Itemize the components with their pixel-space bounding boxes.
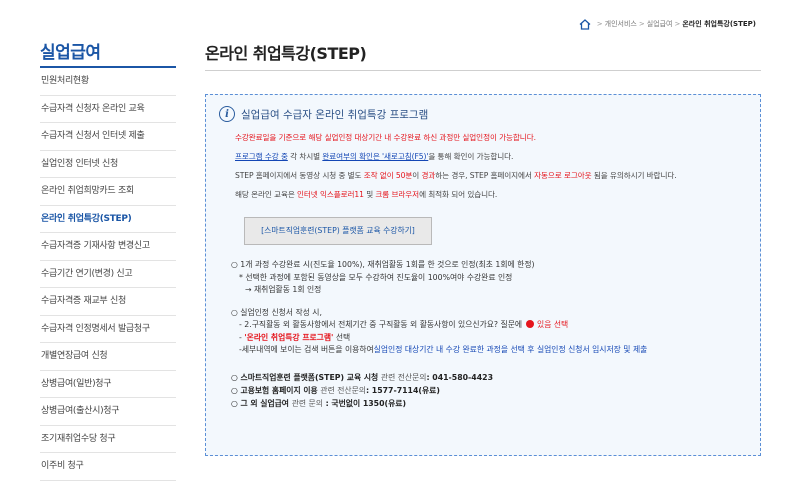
sidebar-item[interactable]: 수급자격증 기재사항 변경신고 (40, 233, 176, 261)
rule-line: ○ 1개 과정 수강완료 시(진도율 100%), 재취업활동 1회를 한 것으… (231, 260, 535, 269)
notice-browser-text: 해당 온라인 교육은 (235, 190, 298, 199)
breadcrumb-separator: > (638, 20, 645, 28)
title-divider (205, 70, 761, 71)
sidebar-item[interactable]: 조기재취업수당 청구 (40, 426, 176, 453)
sidebar-item[interactable]: 민원처리현황 (40, 68, 176, 96)
rule-line: * 선택한 과정에 포함된 동영상을 모두 수강하여 진도율이 100%여야 수… (239, 272, 513, 282)
contact-info: ○ 스마트직업훈련 플랫폼(STEP) 교육 시청 관련 전산문의: 041-5… (231, 371, 742, 410)
home-icon[interactable] (579, 18, 591, 30)
notice-browser-tail: 에 최적화 되어 있습니다. (419, 190, 498, 199)
box-header: i 실업급여 수급자 온라인 취업특강 프로그램 (219, 105, 742, 123)
sidebar-item[interactable]: 온라인 취업희망카드 조회 (40, 178, 176, 206)
notice-refresh-tail: 을 통해 확인이 가능합니다. (428, 152, 514, 161)
notice-logout-elapsed: 경과 (421, 171, 436, 180)
info-circle-icon: i (219, 106, 235, 122)
sidebar-title: 실업급여 (40, 38, 176, 68)
breadcrumb-item-personal[interactable]: 개인서비스 (605, 19, 637, 29)
notice-browser-ie: 인터넷 익스플로러11 (297, 190, 364, 199)
contact-line: ○ 스마트직업훈련 플랫폼(STEP) 교육 시청 관련 전산문의: 041-5… (231, 372, 493, 382)
notice-logout-text: 하는 경우, STEP 홈페이지에서 (435, 171, 535, 180)
sidebar: 실업급여 민원처리현황 수급자격 신청자 온라인 교육 수급자격 신청서 인터넷… (40, 38, 176, 481)
application-guide: ○ 실업인정 신청서 작성 시, - 2.구직활동 외 활동사항에서 전체기간 … (231, 307, 742, 357)
notice-logout-idle: 조작 없이 50분 (363, 171, 413, 180)
notice-browser-text: 및 (363, 190, 376, 199)
sidebar-item[interactable]: 이주비 청구 (40, 453, 176, 481)
breadcrumb-separator: > (596, 20, 603, 28)
page-title: 온라인 취업특강(STEP) (205, 44, 367, 63)
contact-line: ○ 그 외 실업급여 관련 문의 : 국번없이 1350(유료) (231, 398, 407, 408)
notice-browser-chrome: 크롬 브라우저 (375, 190, 420, 199)
sidebar-item[interactable]: 실업인정 인터넷 신청 (40, 151, 176, 178)
breadcrumb: > 개인서비스 > 실업급여 > 온라인 취업특강(STEP) (579, 17, 756, 31)
sidebar-menu: 민원처리현황 수급자격 신청자 온라인 교육 수급자격 신청서 인터넷 제출 실… (40, 68, 176, 481)
notice-refresh-text: 각 차시별 (287, 152, 323, 161)
red-dot-icon (525, 320, 534, 328)
sidebar-item[interactable]: 수급자격증 재교부 신청 (40, 288, 176, 316)
sidebar-item[interactable]: 상병급여(일반)청구 (40, 371, 176, 398)
contact-line: ○ 고용보험 홈페이지 이용 관련 전산문의: 1577-7114(유료) (231, 385, 440, 395)
step-info-box: i 실업급여 수급자 온라인 취업특강 프로그램 수강완료일을 기준으로 해당 … (205, 94, 761, 456)
sidebar-item[interactable]: 개별연장급여 신청 (40, 343, 176, 371)
notice-refresh: 프로그램 수강 중 각 차시별 완료여부의 확인은 '새로고침(F5)'을 통해… (235, 150, 742, 163)
box-title: 실업급여 수급자 온라인 취업특강 프로그램 (241, 108, 429, 121)
sidebar-item[interactable]: 수급자격 신청자 온라인 교육 (40, 96, 176, 123)
notice-browser: 해당 온라인 교육은 인터넷 익스플로러11 및 크롬 브라우저에 최적화 되어… (235, 188, 742, 201)
guide-line-emphasis: 있음 선택 (534, 320, 569, 329)
sidebar-item[interactable]: 상병급여(출산시)청구 (40, 398, 176, 426)
sidebar-item[interactable]: 수급자격 신청서 인터넷 제출 (40, 123, 176, 151)
notice-refresh-emphasis: 프로그램 수강 중 (235, 152, 288, 161)
step-course-button[interactable]: [스마트직업훈련(STEP) 플랫폼 교육 수강하기] (244, 217, 432, 245)
completion-rules: ○ 1개 과정 수강완료 시(진도율 100%), 재취업활동 1회를 한 것으… (231, 259, 742, 297)
guide-line-program: '온라인 취업특강 프로그램' (244, 332, 334, 342)
notice-refresh-key: 완료여부의 확인은 '새로고침(F5)' (322, 152, 429, 161)
rule-line: → 재취업활동 1회 인정 (245, 285, 322, 294)
guide-line: - 2.구직활동 외 활동사항에서 전체기간 중 구직활동 외 활동사항이 있으… (239, 320, 569, 329)
notice-logout-tail: 됨을 유의하시기 바랍니다. (591, 171, 677, 180)
guide-line: - '온라인 취업특강 프로그램' 선택 (239, 332, 351, 342)
sidebar-item[interactable]: 수급자격 인정명세서 발급청구 (40, 316, 176, 343)
breadcrumb-separator: > (674, 20, 681, 28)
breadcrumb-item-unemployment[interactable]: 실업급여 (647, 19, 673, 29)
sidebar-item[interactable]: 수급기간 연기(변경) 신고 (40, 261, 176, 288)
notice-logout-auto: 자동으로 로그아웃 (534, 171, 592, 180)
guide-line-select: 실업인정 대상기간 내 수강 완료한 과정을 선택 후 실업인정 신청서 임시저… (373, 345, 648, 354)
notice-logout-text: STEP 홈페이지에서 동영상 시청 중 별도 (235, 171, 364, 180)
notice-logout: STEP 홈페이지에서 동영상 시청 중 별도 조작 없이 50분이 경과하는 … (235, 169, 742, 182)
sidebar-item-active[interactable]: 온라인 취업특강(STEP) (40, 206, 176, 233)
guide-line: ○ 실업인정 신청서 작성 시, (231, 307, 322, 317)
guide-line: -세부내역에 보이는 검색 버튼을 이용하여실업인정 대상기간 내 수강 완료한… (239, 345, 648, 354)
notice-completion: 수강완료일을 기준으로 해당 실업인정 대상기간 내 수강완료 하신 과정만 실… (235, 133, 536, 142)
breadcrumb-item-current: 온라인 취업특강(STEP) (682, 20, 756, 28)
